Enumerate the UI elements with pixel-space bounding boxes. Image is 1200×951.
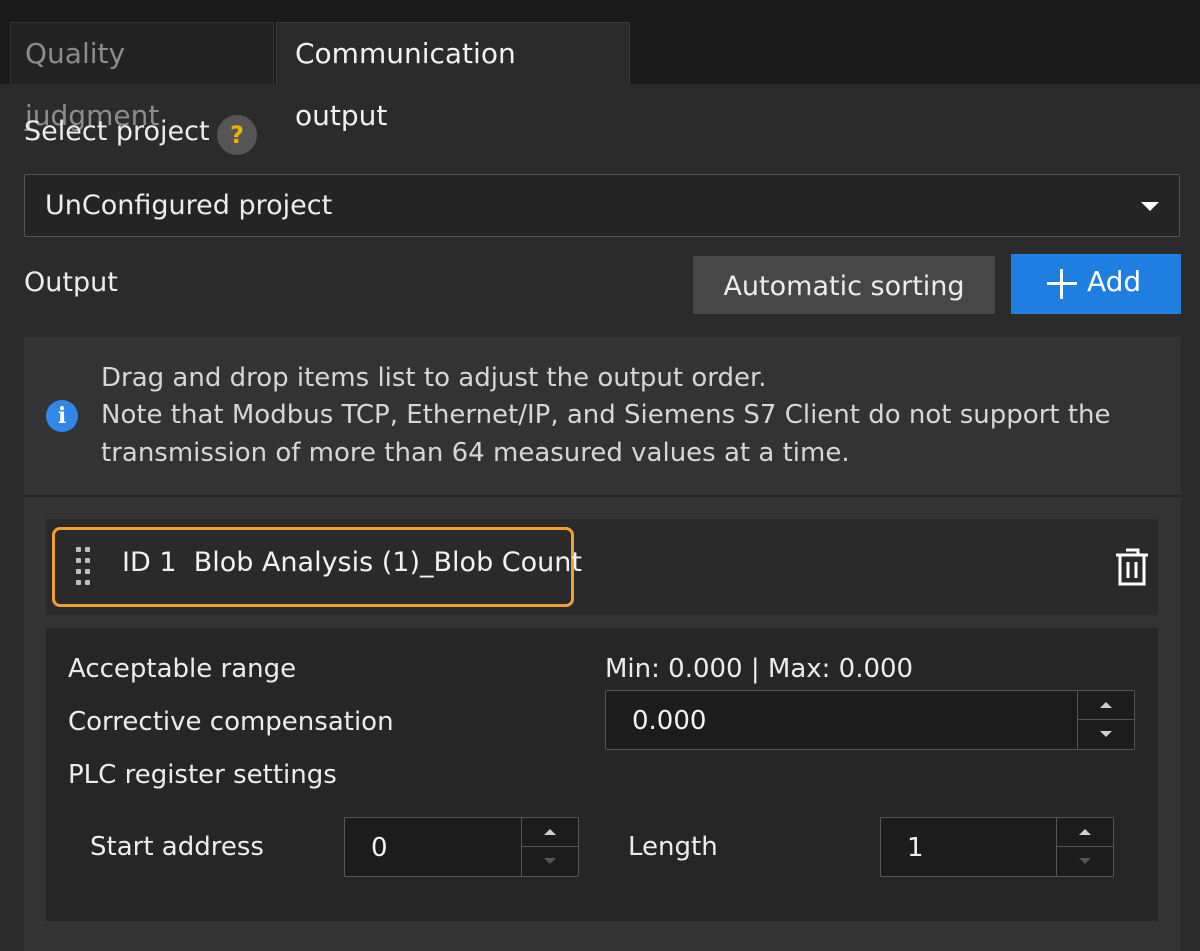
start-address-stepper (521, 818, 578, 876)
chevron-down-icon (544, 858, 556, 864)
corrective-compensation-value: 0.000 (632, 706, 707, 736)
corrective-compensation-label: Corrective compensation (68, 707, 394, 737)
start-address-increment-button[interactable] (522, 818, 578, 847)
tab-quality-judgment[interactable]: Quality judgment (10, 22, 274, 132)
chevron-down-icon (1100, 731, 1112, 737)
output-panel: i Drag and drop items list to adjust the… (24, 337, 1181, 951)
help-icon[interactable]: ? (217, 115, 257, 155)
length-decrement-button[interactable] (1057, 847, 1113, 876)
chevron-up-icon (544, 829, 556, 835)
length-stepper (1056, 818, 1113, 876)
output-item-header[interactable]: ID 1 Blob Analysis (1)_Blob Count (46, 519, 1158, 615)
compensation-decrement-button[interactable] (1078, 720, 1134, 749)
tab-bar: Quality judgment Communication output (0, 22, 1200, 132)
output-item-settings: Acceptable range Min: 0.000 | Max: 0.000… (46, 628, 1158, 921)
drag-handle-icon[interactable] (76, 547, 90, 587)
start-address-label: Start address (90, 832, 264, 862)
length-increment-button[interactable] (1057, 818, 1113, 847)
output-label: Output (24, 267, 118, 298)
automatic-sorting-button[interactable]: Automatic sorting (693, 256, 995, 314)
chevron-down-icon (1079, 858, 1091, 864)
start-address-decrement-button[interactable] (522, 847, 578, 876)
caret-down-icon (1141, 202, 1159, 211)
item-id: ID 1 (122, 547, 177, 578)
info-line-3: transmission of more than 64 measured va… (101, 438, 850, 468)
compensation-stepper (1077, 691, 1134, 749)
select-project-label: Select project (24, 116, 210, 147)
length-value: 1 (907, 833, 924, 863)
chevron-up-icon (1079, 829, 1091, 835)
delete-icon[interactable] (1114, 547, 1150, 587)
project-select-value: UnConfigured project (45, 190, 333, 221)
project-select[interactable]: UnConfigured project (24, 174, 1180, 237)
start-address-value: 0 (371, 833, 388, 863)
info-icon: i (46, 400, 78, 432)
acceptable-range-label: Acceptable range (68, 654, 297, 684)
length-input[interactable]: 1 (880, 817, 1114, 877)
compensation-increment-button[interactable] (1078, 691, 1134, 720)
item-name: Blob Analysis (1)_Blob Count (193, 547, 582, 578)
start-address-input[interactable]: 0 (344, 817, 579, 877)
corrective-compensation-input[interactable]: 0.000 (605, 690, 1135, 750)
title-strip (0, 0, 1200, 22)
add-button[interactable]: Add (1011, 254, 1181, 314)
acceptable-range-value: Min: 0.000 | Max: 0.000 (605, 654, 914, 684)
info-line-1: Drag and drop items list to adjust the o… (101, 363, 767, 393)
tab-communication-output[interactable]: Communication output (276, 22, 630, 132)
add-button-label: Add (1087, 265, 1142, 298)
plc-register-settings-label: PLC register settings (68, 760, 337, 790)
chevron-up-icon (1100, 702, 1112, 708)
length-label: Length (628, 832, 718, 862)
output-item-title: ID 1 Blob Analysis (1)_Blob Count (122, 547, 582, 578)
plus-icon (1047, 269, 1077, 299)
info-note: i Drag and drop items list to adjust the… (24, 337, 1181, 497)
info-line-2: Note that Modbus TCP, Ethernet/IP, and S… (101, 400, 1111, 430)
